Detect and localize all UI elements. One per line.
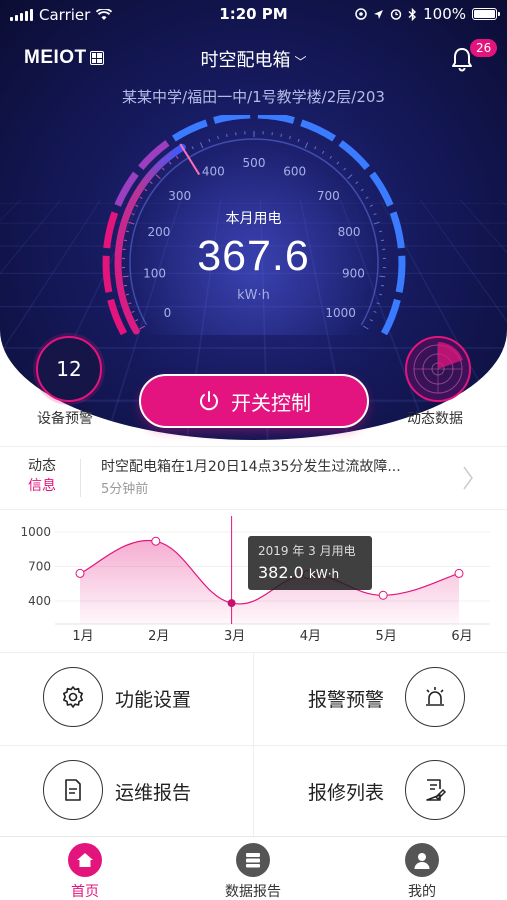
document-icon xyxy=(43,760,103,820)
news-tag-line2: 信息 xyxy=(28,478,56,494)
gauge-label: 本月用电 xyxy=(225,211,282,227)
tooltip-title: 2019 年 3 月用电 xyxy=(258,544,356,558)
menu-item-alarm[interactable]: 报警预警 xyxy=(254,653,507,745)
navigation-icon xyxy=(374,9,384,19)
location-icon xyxy=(355,8,367,20)
bluetooth-icon xyxy=(408,7,417,21)
tab-profile[interactable]: 我的 xyxy=(372,843,472,900)
divider xyxy=(80,459,81,497)
x-tick-label: 3月 xyxy=(224,629,245,644)
switch-control-label: 开关控制 xyxy=(231,390,311,415)
user-icon xyxy=(405,843,439,877)
battery-percent: 100% xyxy=(423,5,466,23)
alarm-count-button[interactable]: 12 xyxy=(36,336,102,402)
status-bar: Carrier 1:20 PM 100% xyxy=(0,0,507,30)
tooltip-value-row: 382.0 kW·h xyxy=(258,563,339,582)
x-tick-label: 6月 xyxy=(451,629,472,644)
tooltip-value: 382.0 xyxy=(258,563,304,582)
home-icon xyxy=(68,843,102,877)
gauge-ring-segment xyxy=(338,140,370,171)
gauge-tick xyxy=(329,155,332,159)
gauge-tick xyxy=(321,150,325,154)
chart-y-labels: 1000 700 400 xyxy=(20,525,51,608)
chevron-right-icon[interactable] xyxy=(462,465,474,491)
alarm-clock-icon xyxy=(390,9,402,20)
x-tick-label: 4月 xyxy=(300,629,321,644)
chart-tooltip: 2019 年 3 月用电 382.0 kW·h xyxy=(248,536,372,590)
news-message: 时空配电箱在1月20日14点35分发生过流故障... xyxy=(101,459,401,475)
dynamic-data-button[interactable] xyxy=(405,336,471,402)
x-tick-label: 2月 xyxy=(148,629,169,644)
battery-icon xyxy=(472,8,500,20)
news-tag-line1: 动态 xyxy=(28,458,56,474)
tab-label: 数据报告 xyxy=(225,884,281,900)
data-point xyxy=(378,590,388,600)
notification-badge: 26 xyxy=(470,39,498,57)
alarm-label: 设备预警 xyxy=(37,411,93,427)
gauge-tick xyxy=(144,188,148,192)
news-ticker[interactable]: 动态 信息 时空配电箱在1月20日14点35分发生过流故障... 5分钟前 xyxy=(0,446,507,510)
gauge-scale-label: 500 xyxy=(243,156,266,170)
siren-icon xyxy=(405,667,465,727)
gauge-scale-label: 1000 xyxy=(325,306,356,320)
gauge-scale-label: 0 xyxy=(164,306,172,320)
power-icon xyxy=(200,391,218,411)
tab-data-report[interactable]: 数据报告 xyxy=(203,843,303,900)
menu-item-repair[interactable]: 报修列表 xyxy=(254,745,507,837)
gauge-ring-segment xyxy=(300,119,337,142)
page-title: 时空配电箱 xyxy=(200,50,291,71)
chevron-down-icon: ﹀ xyxy=(294,54,307,69)
breadcrumb: 某某中学/福田一中/1号教学楼/2层/203 xyxy=(122,88,385,106)
gauge-unit: kW·h xyxy=(237,288,270,303)
gauge-ring-segment xyxy=(369,171,394,207)
database-icon xyxy=(236,843,270,877)
alarm-count: 12 xyxy=(56,357,82,381)
chart-x-labels: 1月 2月 3月 4月 5月 6月 xyxy=(72,629,472,644)
menu-item-settings[interactable]: 功能设置 xyxy=(0,653,253,745)
gauge-tick xyxy=(380,284,385,287)
gauge-tick xyxy=(176,155,179,159)
y-tick-label: 1000 xyxy=(20,525,51,539)
switch-control-button[interactable]: 开关控制 xyxy=(139,374,369,428)
tab-label: 我的 xyxy=(408,884,436,900)
bottom-tab-bar: 首页 数据报告 我的 xyxy=(0,836,507,900)
gauge-tick xyxy=(360,188,364,192)
tooltip-unit: kW·h xyxy=(308,567,340,581)
y-tick-label: 700 xyxy=(28,560,51,574)
gauge-ring-segment xyxy=(257,115,295,124)
menu-label: 报修列表 xyxy=(308,782,385,804)
function-menu: 功能设置 报警预警 运维报告 报修列表 xyxy=(0,652,507,837)
site-selector[interactable]: 时空配电箱 ﹀ xyxy=(0,46,507,72)
gauge-ring-segment xyxy=(171,119,208,142)
y-tick-label: 400 xyxy=(28,594,51,608)
data-point xyxy=(454,568,464,578)
gauge-tick xyxy=(123,284,128,287)
gauge-ring-segment xyxy=(380,298,401,335)
repair-list-icon xyxy=(405,760,465,820)
data-point xyxy=(75,568,85,578)
menu-label: 报警预警 xyxy=(308,689,385,711)
data-point xyxy=(227,599,236,608)
tab-home[interactable]: 首页 xyxy=(35,843,135,900)
gauge-scale-label: 400 xyxy=(202,165,225,179)
x-tick-label: 5月 xyxy=(376,629,397,644)
news-timestamp: 5分钟前 xyxy=(101,482,149,497)
menu-item-report[interactable]: 运维报告 xyxy=(0,745,253,837)
gauge-tick xyxy=(280,133,282,137)
x-tick-label: 1月 xyxy=(72,629,93,644)
data-point xyxy=(151,536,161,546)
radar-icon xyxy=(413,342,463,394)
news-tag: 动态 信息 xyxy=(28,456,56,496)
gauge-scale-label: 600 xyxy=(283,165,306,179)
dynamic-data-label: 动态数据 xyxy=(407,411,463,427)
gauge-scale-label: 300 xyxy=(168,189,191,203)
menu-label: 运维报告 xyxy=(115,782,192,804)
gear-icon xyxy=(43,667,103,727)
gauge-value: 367.6 xyxy=(197,232,310,280)
gauge-ring-segment xyxy=(213,115,251,124)
gauge-scale-label: 700 xyxy=(317,189,340,203)
tab-label: 首页 xyxy=(71,884,99,900)
menu-label: 功能设置 xyxy=(115,689,192,711)
gauge-tick xyxy=(226,133,228,137)
